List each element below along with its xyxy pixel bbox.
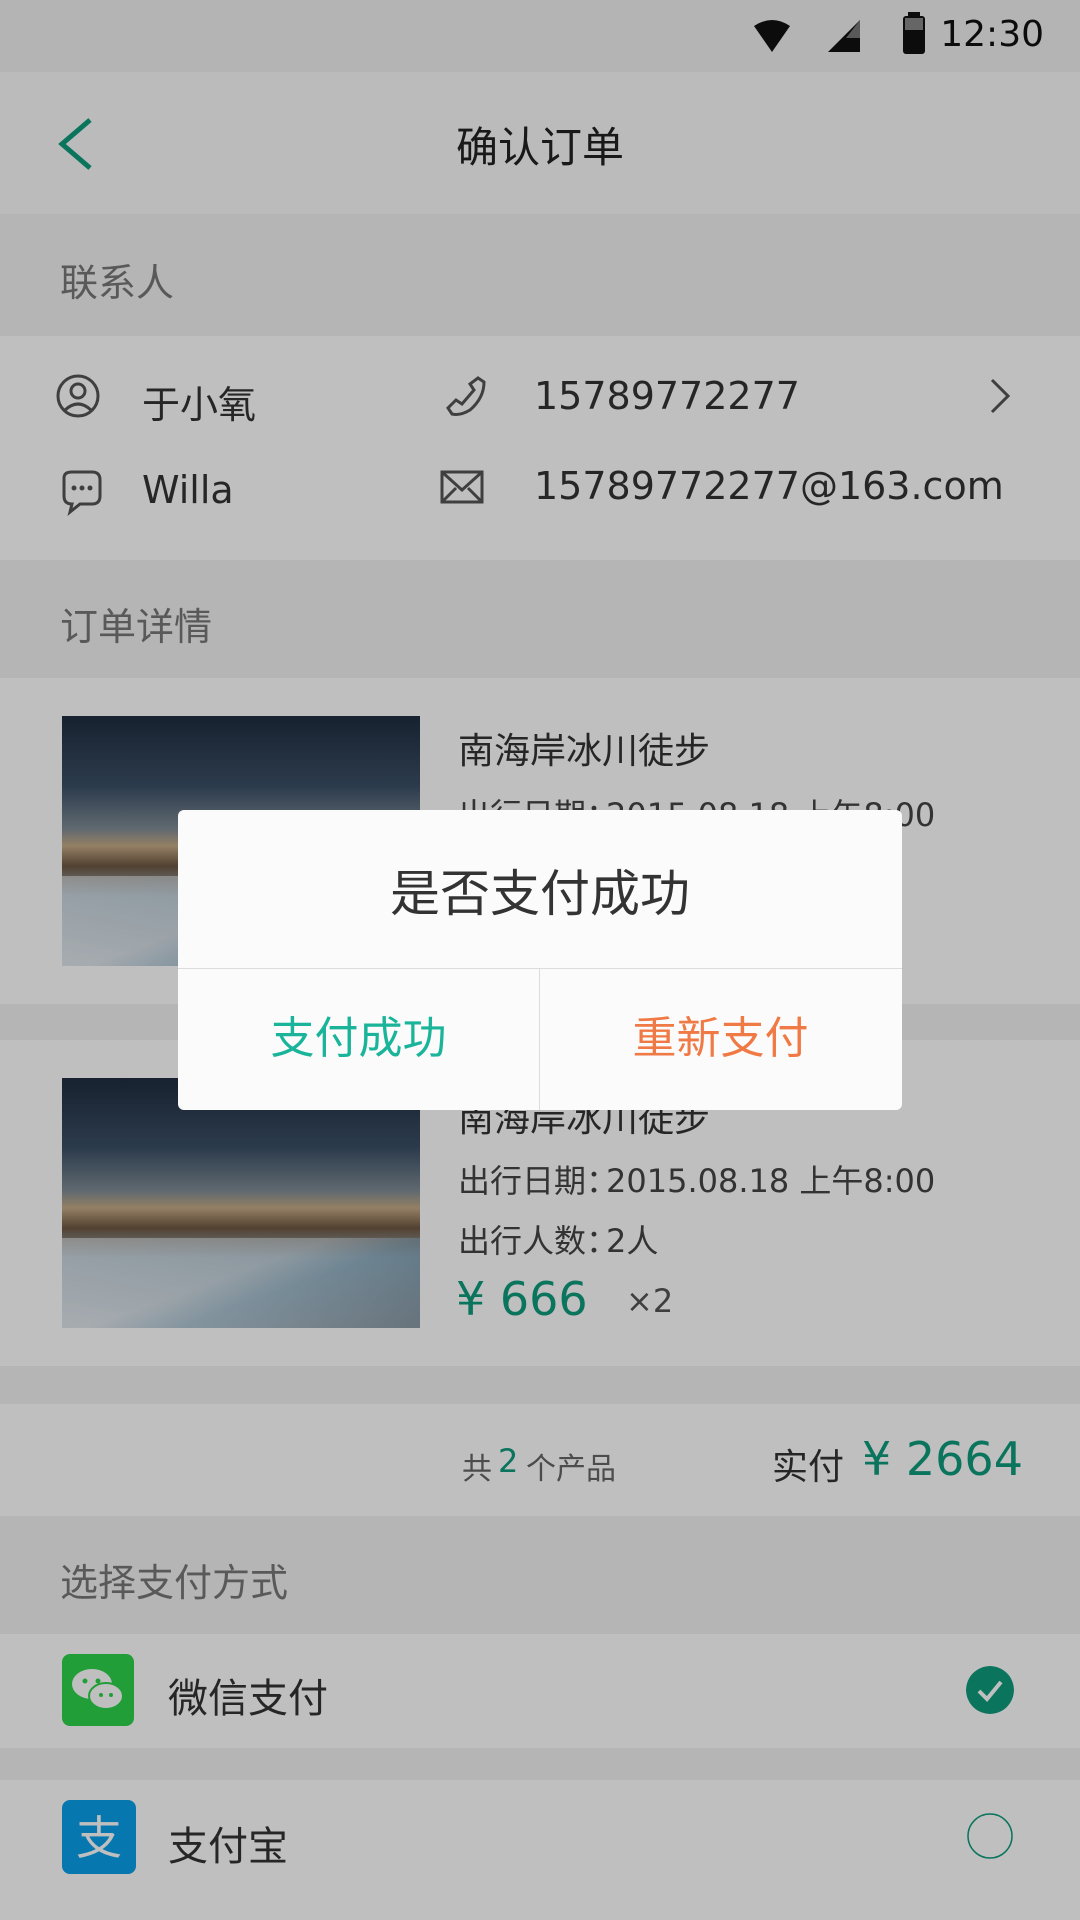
repay-button[interactable]: 重新支付 — [540, 968, 901, 1110]
dialog-title: 是否支付成功 — [390, 865, 690, 923]
payment-success-button[interactable]: 支付成功 — [178, 968, 539, 1110]
payment-result-dialog: 是否支付成功 支付成功 重新支付 — [178, 810, 902, 1110]
